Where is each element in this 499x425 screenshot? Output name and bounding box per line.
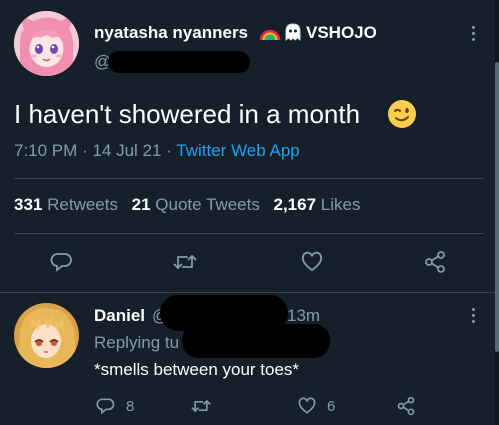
reply-author-name[interactable]: Daniel	[94, 306, 145, 326]
reply-text: *smells between your toes*	[94, 360, 299, 380]
retweet-icon	[173, 255, 197, 269]
divider	[0, 292, 495, 293]
tweet-text: I haven't showered in a month	[14, 98, 360, 130]
ghost-icon	[283, 22, 303, 42]
reply-reply-button[interactable]: 8	[96, 396, 134, 416]
share-icon	[425, 251, 445, 273]
reply-like-count: 6	[327, 397, 336, 415]
likes-label: Likes	[320, 195, 361, 214]
author-name[interactable]: nyatasha nyanners	[94, 23, 248, 43]
quote-tweets-label: Quote Tweets	[155, 195, 260, 214]
share-icon	[397, 396, 415, 416]
retweet-icon	[191, 400, 211, 412]
metadata-separator: ·	[166, 141, 172, 160]
author-name-text: nyatasha nyanners	[94, 23, 249, 42]
reply-text-content: *smells between your toes*	[94, 360, 300, 379]
like-button[interactable]	[300, 250, 324, 274]
heart-icon	[302, 251, 322, 272]
replying-to-text: Replying tu	[94, 333, 180, 352]
reply-more-options-icon[interactable]	[470, 308, 476, 323]
retweet-button[interactable]	[172, 250, 198, 274]
scrollbar-track[interactable]	[495, 0, 499, 425]
reply-button[interactable]	[50, 250, 74, 274]
reply-retweet-button[interactable]	[190, 396, 212, 421]
reply-reply-count: 8	[126, 397, 135, 415]
tweet-source-link[interactable]: Twitter Web App	[176, 141, 299, 160]
divider	[14, 233, 484, 234]
more-options-icon[interactable]	[470, 26, 476, 41]
author-badge: VSHOJO	[306, 23, 377, 43]
reply-icon	[96, 398, 115, 415]
divider	[14, 178, 484, 179]
reply-author-name-text: Daniel	[94, 306, 146, 325]
tweet-time[interactable]: 7:10 PM	[14, 141, 77, 160]
tweet-metadata: 7:10 PM · 14 Jul 21 · Twitter Web App	[14, 141, 300, 161]
quote-tweets-count: 21	[131, 195, 151, 214]
scrollbar-thumb[interactable]	[495, 62, 499, 352]
reply-like-button[interactable]: 6	[297, 396, 335, 416]
rainbow-icon	[259, 23, 281, 41]
reply-avatar[interactable]	[14, 303, 79, 368]
tweet-stats: 331 Retweets 21 Quote Tweets 2,167 Likes	[14, 195, 360, 216]
replying-to-redaction	[182, 324, 330, 358]
likes-stat[interactable]: 2,167 Likes	[273, 195, 360, 214]
heart-icon	[298, 397, 316, 414]
metadata-separator: ·	[82, 141, 88, 160]
tweet-text-content: I haven't showered in a month	[14, 99, 361, 129]
anime-avatar-image	[14, 11, 79, 76]
author-avatar[interactable]	[14, 11, 79, 76]
likes-count: 2,167	[273, 195, 317, 214]
replying-to: Replying tu	[94, 333, 179, 353]
retweets-stat[interactable]: 331 Retweets	[14, 195, 123, 214]
reply-icon	[50, 253, 72, 272]
reply-time-text: 13m	[287, 306, 321, 325]
winking-face-icon	[387, 99, 417, 129]
quote-tweets-stat[interactable]: 21 Quote Tweets	[132, 195, 265, 214]
author-badge-text: VSHOJO	[306, 23, 377, 42]
anime-avatar-image	[14, 303, 79, 368]
retweets-label: Retweets	[47, 195, 118, 214]
reply-share-button[interactable]	[396, 396, 416, 421]
retweets-count: 331	[14, 195, 43, 214]
reply-time[interactable]: 13m	[287, 306, 320, 326]
share-button[interactable]	[423, 250, 447, 274]
handle-redaction	[108, 51, 250, 73]
tweet-date[interactable]: 14 Jul 21	[92, 141, 161, 160]
